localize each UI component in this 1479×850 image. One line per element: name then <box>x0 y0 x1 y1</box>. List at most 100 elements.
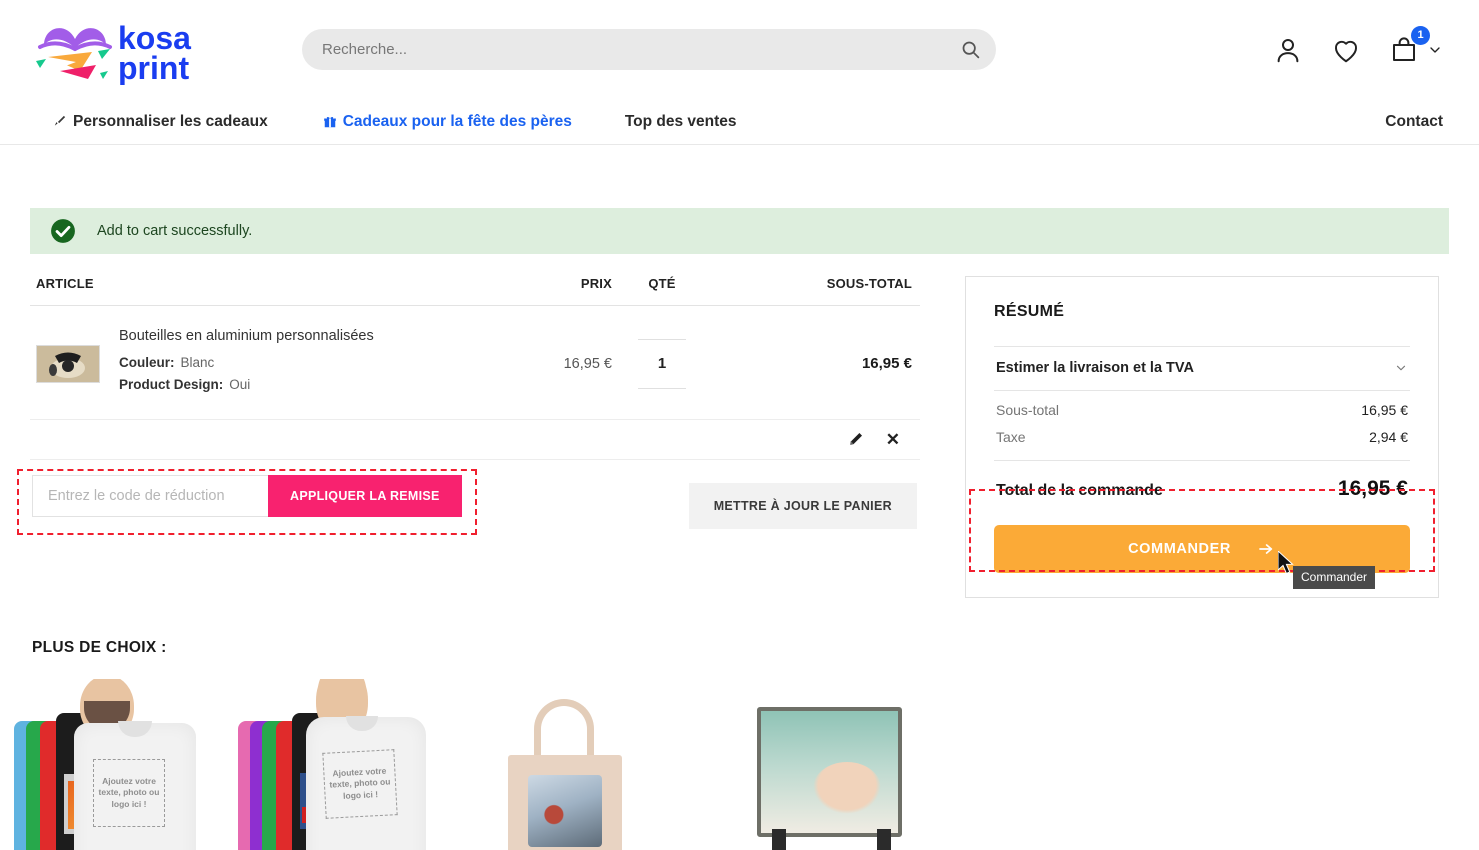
product-card-tshirt-homme[interactable]: Ajoutez votre texte, photo ou logo ici ! <box>0 679 220 850</box>
summary-line-value: 16,95 € <box>1361 402 1408 418</box>
slate-body <box>757 707 902 837</box>
user-icon <box>1277 38 1299 62</box>
column-header-article: ARTICLE <box>36 276 94 291</box>
nav-item-top-ventes[interactable]: Top des ventes <box>625 113 737 131</box>
product-subtotal: 16,95 € <box>861 355 912 372</box>
column-header-qty: QTÉ <box>648 276 676 291</box>
edit-item-button[interactable] <box>847 431 864 448</box>
cart-table: ARTICLE PRIX QTÉ SOUS-TOTAL Bouteilles e… <box>17 276 920 598</box>
remove-item-button[interactable]: ✕ <box>886 431 900 448</box>
nav-item-label: Top des ventes <box>624 112 737 130</box>
cart-item-row: Bouteilles en aluminium personnalisées C… <box>30 306 920 420</box>
search-input[interactable] <box>322 41 950 58</box>
search-button[interactable] <box>950 30 990 70</box>
tshirt-femme-image: Ajoutez votre texte, photo ou logo ici ! <box>220 679 456 850</box>
product-option-value: Oui <box>229 377 251 392</box>
summary-title: RÉSUMÉ <box>994 303 1065 320</box>
heart-icon <box>1334 40 1358 62</box>
summary-line-value: 2,94 € <box>1369 429 1408 445</box>
close-x-icon: ✕ <box>885 430 900 449</box>
nav-item-label: Cadeaux pour la fête des pères <box>342 112 572 130</box>
cart-actions: APPLIQUER LA REMISE METTRE À JOUR LE PAN… <box>17 469 920 535</box>
search-bar[interactable] <box>302 29 996 70</box>
slate-stand-right <box>877 829 891 850</box>
cart-button[interactable]: 1 <box>1389 25 1443 65</box>
product-option-label: Couleur: <box>119 355 175 370</box>
product-name[interactable]: Bouteilles en aluminium personnalisées <box>119 328 374 344</box>
estimate-shipping-label: Estimer la livraison et la TVA <box>996 360 1194 376</box>
slate-photo-subject <box>813 762 882 815</box>
nav-item-fete-des-peres[interactable]: Cadeaux pour la fête des pères <box>323 113 572 131</box>
search-icon <box>962 41 979 59</box>
product-cell: Bouteilles en aluminium personnalisées C… <box>30 328 502 399</box>
tote-photo-print <box>528 775 602 847</box>
checkout-button-label: COMMANDER <box>1128 541 1231 557</box>
summary-line-subtotal: Sous-total 16,95 € <box>994 391 1410 418</box>
product-thumbnail-image <box>37 345 99 382</box>
wishlist-button[interactable] <box>1331 35 1361 65</box>
product-option-value: Blanc <box>180 355 215 370</box>
cart-count-badge: 1 <box>1411 25 1430 45</box>
nav-item-label: Personnaliser les cadeaux <box>73 112 268 130</box>
slate-stand-left <box>772 829 786 850</box>
gift-icon <box>323 116 336 127</box>
chevron-down-icon <box>1430 46 1440 53</box>
arrow-right-icon <box>1259 544 1273 554</box>
product-info: Bouteilles en aluminium personnalisées C… <box>119 328 374 399</box>
tshirt-homme-image: Ajoutez votre texte, photo ou logo ici ! <box>0 679 220 850</box>
main-navigation: Personnaliser les cadeaux Cadeaux pour l… <box>0 99 1479 145</box>
product-card-tote-bag[interactable] <box>456 679 692 850</box>
cart-icon-wrapper[interactable]: 1 <box>1389 25 1430 65</box>
tote-bag-image <box>456 679 692 850</box>
order-total-label: Total de la commande <box>996 482 1163 499</box>
check-circle-icon <box>51 219 75 243</box>
more-choices-grid: Ajoutez votre texte, photo ou logo ici !… <box>0 679 1479 850</box>
product-option-label: Product Design: <box>119 377 224 392</box>
summary-line-label: Taxe <box>996 429 1026 445</box>
order-summary-column: RÉSUMÉ Estimer la livraison et la TVA So… <box>965 276 1439 598</box>
nav-item-contact[interactable]: Contact <box>1385 113 1443 131</box>
quantity-cell <box>612 338 712 389</box>
account-button[interactable] <box>1273 35 1303 65</box>
product-card-tshirt-femme[interactable]: Ajoutez votre texte, photo ou logo ici ! <box>220 679 456 850</box>
apply-discount-button[interactable]: APPLIQUER LA REMISE <box>268 475 462 517</box>
order-total-value: 16,95 € <box>1337 477 1408 500</box>
print-placeholder-text: Ajoutez votre texte, photo ou logo ici ! <box>93 759 165 827</box>
success-alert-text: Add to cart successfully. <box>97 223 253 239</box>
site-logo[interactable]: kosa print <box>30 15 230 85</box>
chevron-down-icon <box>1396 365 1406 371</box>
estimate-shipping-toggle[interactable]: Estimer la livraison et la TVA <box>994 346 1410 391</box>
cart-content: ARTICLE PRIX QTÉ SOUS-TOTAL Bouteilles e… <box>17 276 1449 598</box>
pencil-icon <box>849 432 862 445</box>
nav-item-label: Contact <box>1385 112 1443 130</box>
tote-handle <box>534 699 594 761</box>
summary-line-tax: Taxe 2,94 € <box>994 418 1410 445</box>
product-option-couleur: Couleur: Blanc <box>119 355 374 370</box>
checkout-tooltip: Commander <box>1293 566 1376 589</box>
product-thumbnail[interactable] <box>36 344 100 383</box>
update-cart-button[interactable]: METTRE À JOUR LE PANIER <box>688 483 917 529</box>
product-option-design: Product Design: Oui <box>119 377 374 392</box>
nav-item-personnaliser[interactable]: Personnaliser les cadeaux <box>52 113 268 131</box>
paintbrush-icon <box>54 115 66 126</box>
quantity-input[interactable] <box>638 338 686 389</box>
column-header-price: PRIX <box>580 276 612 291</box>
summary-line-label: Sous-total <box>996 402 1060 418</box>
header-icon-group: 1 <box>1273 25 1443 65</box>
cart-table-header: ARTICLE PRIX QTÉ SOUS-TOTAL <box>30 276 920 306</box>
product-card-ardoise-photo[interactable] <box>692 679 928 850</box>
order-summary-panel: RÉSUMÉ Estimer la livraison et la TVA So… <box>965 276 1439 598</box>
coupon-code-input[interactable] <box>32 475 268 517</box>
ardoise-photo-image <box>692 679 928 850</box>
print-placeholder-text: Ajoutez votre texte, photo ou logo ici ! <box>322 749 398 819</box>
order-total-row: Total de la commande 16,95 € <box>994 461 1410 501</box>
column-header-subtotal: SOUS-TOTAL <box>826 276 912 291</box>
cart-row-actions: ✕ <box>30 420 920 460</box>
site-header: kosa print 1 <box>0 0 1479 99</box>
page-body: Add to cart successfully. ARTICLE PRIX Q… <box>0 208 1479 850</box>
coupon-form: APPLIQUER LA REMISE <box>32 475 462 517</box>
kosa-print-logo-icon: kosa print <box>36 20 191 85</box>
more-choices-title: PLUS DE CHOIX : <box>32 639 167 656</box>
product-price: 16,95 € <box>563 355 612 372</box>
svg-text:print: print <box>118 50 189 85</box>
